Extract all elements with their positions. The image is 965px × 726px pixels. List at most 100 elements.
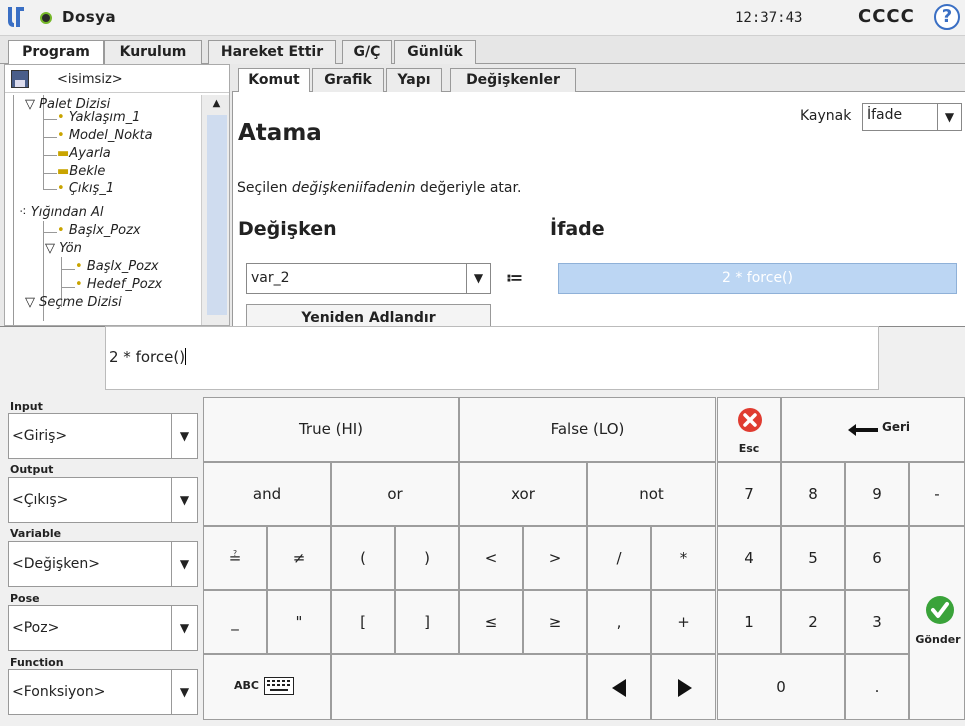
- tree-node-model-nokta[interactable]: • Model_Nokta: [57, 128, 153, 143]
- tree-node-bekle[interactable]: ▬Bekle: [57, 164, 105, 179]
- key-8[interactable]: 8: [781, 462, 845, 526]
- program-name: <isimsiz>: [57, 72, 123, 87]
- rename-button[interactable]: Yeniden Adlandır: [246, 304, 491, 326]
- key-3[interactable]: 3: [845, 590, 909, 654]
- key-open-bracket[interactable]: [: [331, 590, 395, 654]
- top-bar: Dosya 12:37:43 CCCC ?: [0, 0, 965, 36]
- key-multiply[interactable]: *: [651, 526, 716, 590]
- scroll-thumb[interactable]: [207, 115, 227, 315]
- ur-teach-pendant: Dosya 12:37:43 CCCC ? Program Kurulum Ha…: [0, 0, 965, 726]
- cursor-right-button[interactable]: [651, 654, 716, 720]
- key-quote[interactable]: ": [267, 590, 331, 654]
- checkmark-icon: [926, 596, 954, 624]
- key-underscore[interactable]: _: [203, 590, 267, 654]
- key-equals-check[interactable]: ≟: [203, 526, 267, 590]
- tab-komut[interactable]: Komut: [238, 68, 310, 92]
- key-less-equal[interactable]: ≤: [459, 590, 523, 654]
- cursor-left-button[interactable]: [587, 654, 651, 720]
- key-0[interactable]: 0: [717, 654, 845, 720]
- robot-name: CCCC: [858, 6, 915, 27]
- tree-node-baslx-pozx[interactable]: • Başlx_Pozx: [57, 223, 141, 238]
- expression-field[interactable]: 2 * force(): [558, 263, 957, 294]
- key-slash[interactable]: /: [587, 526, 651, 590]
- or-key[interactable]: or: [331, 462, 459, 526]
- tree-node-hedef-pozx[interactable]: • Hedef_Pozx: [75, 277, 162, 292]
- tab-grafik[interactable]: Grafik: [312, 68, 384, 92]
- triangle-right-icon: [678, 679, 692, 697]
- backspace-button[interactable]: Geri: [781, 397, 965, 462]
- chevron-down-icon: ▼: [171, 542, 197, 586]
- variable-label: Variable: [10, 527, 62, 540]
- key-minus[interactable]: -: [909, 462, 965, 526]
- pose-select[interactable]: <Poz> ▼: [8, 605, 198, 651]
- space-key[interactable]: [331, 654, 587, 720]
- tree-node-yon[interactable]: ▽ Yön: [45, 241, 82, 256]
- tree-scrollbar[interactable]: ▲: [201, 95, 229, 325]
- submit-button[interactable]: Gönder: [909, 526, 965, 720]
- tree-node-yaklasim[interactable]: • Yaklaşım_1: [57, 110, 140, 125]
- program-tree-panel: <isimsiz> ▽ Palet Dizisi • Yaklaşım_1 • …: [4, 64, 230, 326]
- variable-select[interactable]: var_2 ▼: [246, 263, 491, 294]
- tab-yapi[interactable]: Yapı: [386, 68, 442, 92]
- tab-kurulum[interactable]: Kurulum: [104, 40, 202, 64]
- kaynak-label: Kaynak: [800, 108, 852, 124]
- main-tab-bar: Program Kurulum Hareket Ettir G/Ç Günlük: [0, 36, 965, 65]
- key-not-equal[interactable]: ≠: [267, 526, 331, 590]
- chevron-down-icon: ▼: [171, 606, 197, 650]
- chevron-down-icon: ▼: [171, 478, 197, 522]
- command-tab-bar: Komut Grafik Yapı Değişkenler: [232, 68, 965, 92]
- tree-node-baslx-pozx-2[interactable]: • Başlx_Pozx: [75, 259, 159, 274]
- variable-selector[interactable]: <Değişken> ▼: [8, 541, 198, 587]
- key-plus[interactable]: +: [651, 590, 716, 654]
- scroll-up-icon[interactable]: ▲: [202, 95, 229, 113]
- function-label: Function: [10, 656, 64, 669]
- key-5[interactable]: 5: [781, 526, 845, 590]
- expression-heading: İfade: [550, 218, 605, 240]
- key-6[interactable]: 6: [845, 526, 909, 590]
- true-key[interactable]: True (HI): [203, 397, 459, 462]
- not-key[interactable]: not: [587, 462, 716, 526]
- tree-node-yigindan-al[interactable]: ⁖ Yığından Al: [19, 205, 104, 220]
- keyboard-icon: [264, 677, 294, 695]
- chevron-down-icon: ▼: [171, 414, 197, 458]
- tree-node-ayarla[interactable]: ▬Ayarla: [57, 146, 111, 161]
- chevron-down-icon: ▼: [937, 104, 961, 130]
- expression-input[interactable]: 2 * force(): [105, 326, 879, 390]
- tab-program[interactable]: Program: [8, 40, 104, 65]
- save-icon[interactable]: [11, 70, 29, 88]
- abc-keyboard-button[interactable]: ABC: [203, 654, 331, 720]
- assign-symbol: ≔: [506, 268, 523, 287]
- and-key[interactable]: and: [203, 462, 331, 526]
- tree-node-secme-dizisi[interactable]: ▽ Seçme Dizisi: [25, 295, 122, 310]
- function-select[interactable]: <Fonksiyon> ▼: [8, 669, 198, 715]
- esc-button[interactable]: Esc: [717, 397, 781, 462]
- key-7[interactable]: 7: [717, 462, 781, 526]
- key-dot[interactable]: .: [845, 654, 909, 720]
- ur-logo-icon: [8, 7, 24, 27]
- key-greater-than[interactable]: >: [523, 526, 587, 590]
- input-label: Input: [10, 400, 43, 413]
- xor-key[interactable]: xor: [459, 462, 587, 526]
- status-indicator-icon: [40, 12, 52, 24]
- key-less-than[interactable]: <: [459, 526, 523, 590]
- input-select[interactable]: <Giriş> ▼: [8, 413, 198, 459]
- kaynak-select[interactable]: İfade ▼: [862, 103, 962, 131]
- key-open-paren[interactable]: (: [331, 526, 395, 590]
- key-9[interactable]: 9: [845, 462, 909, 526]
- output-select[interactable]: <Çıkış> ▼: [8, 477, 198, 523]
- key-1[interactable]: 1: [717, 590, 781, 654]
- tree-node-cikis[interactable]: • Çıkış_1: [57, 181, 114, 196]
- false-key[interactable]: False (LO): [459, 397, 716, 462]
- tab-degiskenler[interactable]: Değişkenler: [450, 68, 576, 92]
- key-greater-equal[interactable]: ≥: [523, 590, 587, 654]
- key-2[interactable]: 2: [781, 590, 845, 654]
- key-comma[interactable]: ,: [587, 590, 651, 654]
- key-4[interactable]: 4: [717, 526, 781, 590]
- help-icon[interactable]: ?: [934, 4, 960, 30]
- key-close-bracket[interactable]: ]: [395, 590, 459, 654]
- tab-gunluk[interactable]: Günlük: [394, 40, 476, 64]
- file-menu[interactable]: Dosya: [62, 8, 116, 26]
- tab-hareket-ettir[interactable]: Hareket Ettir: [208, 40, 336, 64]
- key-close-paren[interactable]: ): [395, 526, 459, 590]
- tab-io[interactable]: G/Ç: [342, 40, 392, 64]
